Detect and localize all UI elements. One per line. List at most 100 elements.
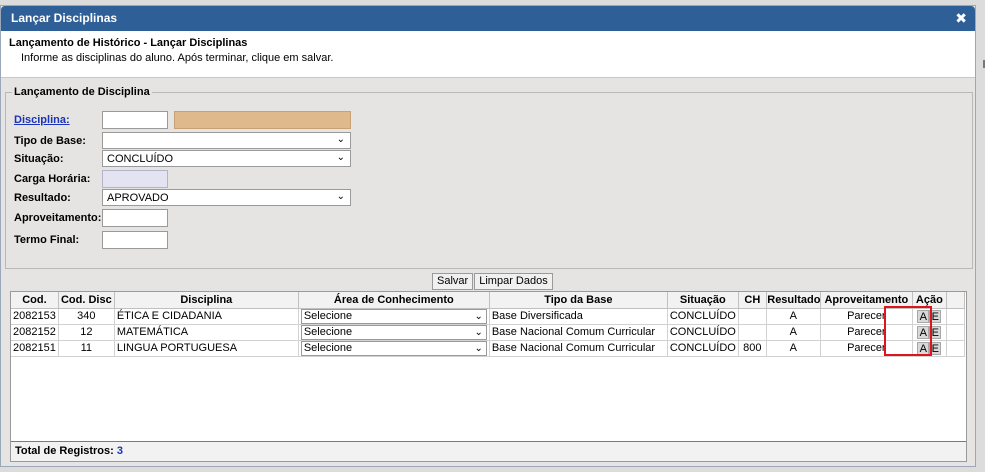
situacao-select[interactable]: CONCLUÍDO ⌄ bbox=[102, 150, 351, 167]
area-conhecimento-select[interactable]: Selecione ⌄ bbox=[300, 308, 487, 324]
table-header-row: Cod. Cod. Disc Disciplina Área de Conhec… bbox=[11, 292, 965, 309]
page-title: Lançamento de Histórico - Lançar Discipl… bbox=[9, 37, 248, 49]
resultado-value: APROVADO bbox=[107, 192, 169, 204]
disciplina-code-input[interactable] bbox=[102, 111, 168, 129]
page-header: Lançamento de Histórico - Lançar Discipl… bbox=[1, 31, 975, 78]
cell-cod-disc: 12 bbox=[58, 324, 115, 341]
grid-footer: Total de Registros: 3 bbox=[11, 441, 966, 461]
col-aproveitamento: Aproveitamento bbox=[820, 292, 913, 309]
area-conhecimento-select[interactable]: Selecione ⌄ bbox=[300, 324, 487, 340]
cell-cod-disc: 340 bbox=[58, 308, 115, 325]
cell-acao: AE bbox=[912, 308, 947, 325]
tipo-base-select[interactable]: ⌄ bbox=[102, 132, 351, 149]
cell-resultado: A bbox=[766, 324, 821, 341]
table-row[interactable]: 2082153 340 ÉTICA E CIDADANIA Selecione … bbox=[11, 308, 965, 325]
carga-horaria-label: Carga Horária: bbox=[14, 173, 91, 185]
col-resultado-text: Resultado bbox=[767, 293, 821, 306]
situacao-value: CONCLUÍDO bbox=[107, 153, 174, 165]
edit-button[interactable]: A bbox=[917, 309, 930, 323]
total-label: Total de Registros: bbox=[15, 445, 114, 457]
cell-spacer bbox=[946, 340, 965, 357]
table-row[interactable]: 2082152 12 MATEMÁTICA Selecione ⌄ Base N… bbox=[11, 324, 965, 341]
dialog-title: Lançar Disciplinas bbox=[11, 11, 118, 25]
cell-situacao: CONCLUÍDO bbox=[667, 308, 739, 325]
page-instruction: Informe as disciplinas do aluno. Após te… bbox=[21, 52, 334, 64]
chevron-down-icon: ⌄ bbox=[474, 326, 483, 338]
col-acao: Ação bbox=[912, 292, 947, 309]
close-icon[interactable]: ✖ bbox=[955, 6, 967, 31]
disciplines-grid: Cod. Cod. Disc Disciplina Área de Conhec… bbox=[10, 291, 967, 462]
cell-aproveitamento: Parecer bbox=[820, 340, 913, 357]
cell-ch: 800 bbox=[738, 340, 767, 357]
cell-area: Selecione ⌄ bbox=[298, 340, 490, 357]
area-conhecimento-select[interactable]: Selecione ⌄ bbox=[300, 340, 487, 356]
edit-button[interactable]: A bbox=[917, 341, 930, 355]
cell-tipo-base: Base Nacional Comum Curricular bbox=[489, 340, 668, 357]
cell-aproveitamento: Parecer bbox=[820, 308, 913, 325]
area-value: Selecione bbox=[303, 325, 353, 338]
col-cod-disc: Cod. Disc bbox=[58, 292, 115, 309]
termo-final-label: Termo Final: bbox=[14, 234, 80, 246]
col-tipo-base: Tipo da Base bbox=[489, 292, 668, 309]
aproveitamento-label: Aproveitamento: bbox=[14, 212, 102, 224]
cell-disciplina: MATEMÁTICA bbox=[114, 324, 299, 341]
area-value: Selecione bbox=[303, 341, 353, 354]
cell-ch bbox=[738, 324, 767, 341]
clear-button[interactable]: Limpar Dados bbox=[474, 273, 553, 290]
save-button[interactable]: Salvar bbox=[432, 273, 474, 290]
col-area-conhecimento: Área de Conhecimento bbox=[298, 292, 490, 309]
col-resultado: Resultado bbox=[766, 292, 821, 309]
delete-button[interactable]: E bbox=[929, 341, 942, 355]
cell-acao: AE bbox=[912, 340, 947, 357]
chevron-down-icon: ⌄ bbox=[336, 191, 345, 202]
cell-acao: AE bbox=[912, 324, 947, 341]
cell-disciplina: LINGUA PORTUGUESA bbox=[114, 340, 299, 357]
cell-resultado: A bbox=[766, 340, 821, 357]
cell-tipo-base: Base Nacional Comum Curricular bbox=[489, 324, 668, 341]
chevron-down-icon: ⌄ bbox=[336, 134, 345, 145]
cell-cod: 2082152 bbox=[11, 324, 59, 341]
cell-cod: 2082153 bbox=[11, 308, 59, 325]
cell-disciplina: ÉTICA E CIDADANIA bbox=[114, 308, 299, 325]
cell-situacao: CONCLUÍDO bbox=[667, 324, 739, 341]
cell-ch bbox=[738, 308, 767, 325]
form-legend: Lançamento de Disciplina bbox=[14, 86, 150, 98]
aproveitamento-input[interactable] bbox=[102, 209, 168, 227]
delete-button[interactable]: E bbox=[929, 309, 942, 323]
cell-tipo-base: Base Diversificada bbox=[489, 308, 668, 325]
edit-button[interactable]: A bbox=[917, 325, 930, 339]
cell-resultado: A bbox=[766, 308, 821, 325]
discipline-form: Lançamento de Disciplina Disciplina: Tip… bbox=[5, 86, 973, 269]
chevron-down-icon: ⌄ bbox=[474, 342, 483, 354]
total-count: 3 bbox=[116, 445, 123, 457]
disciplina-name-field bbox=[174, 111, 351, 129]
cell-area: Selecione ⌄ bbox=[298, 308, 490, 325]
disciplina-link[interactable]: Disciplina: bbox=[14, 114, 70, 126]
col-ch: CH bbox=[738, 292, 767, 309]
cell-aproveitamento: Parecer bbox=[820, 324, 913, 341]
cell-area: Selecione ⌄ bbox=[298, 324, 490, 341]
resultado-label: Resultado: bbox=[14, 192, 71, 204]
delete-button[interactable]: E bbox=[929, 325, 942, 339]
action-buttons: Salvar Limpar Dados bbox=[432, 273, 553, 290]
launch-disciplines-dialog: Lançar Disciplinas ✖ Lançamento de Histó… bbox=[0, 5, 976, 467]
col-scroll-spacer bbox=[946, 292, 965, 309]
chevron-down-icon: ⌄ bbox=[474, 310, 483, 322]
cell-cod: 2082151 bbox=[11, 340, 59, 357]
col-disciplina: Disciplina bbox=[114, 292, 299, 309]
col-situacao: Situação bbox=[667, 292, 739, 309]
resultado-select[interactable]: APROVADO ⌄ bbox=[102, 189, 351, 206]
col-cod: Cod. bbox=[11, 292, 59, 309]
chevron-down-icon: ⌄ bbox=[336, 152, 345, 163]
cell-spacer bbox=[946, 324, 965, 341]
cell-cod-disc: 11 bbox=[58, 340, 115, 357]
table-row[interactable]: 2082151 11 LINGUA PORTUGUESA Selecione ⌄… bbox=[11, 340, 965, 357]
cell-situacao: CONCLUÍDO bbox=[667, 340, 739, 357]
carga-horaria-field bbox=[102, 170, 168, 188]
cell-spacer bbox=[946, 308, 965, 325]
disciplines-table: Cod. Cod. Disc Disciplina Área de Conhec… bbox=[11, 292, 965, 357]
dialog-titlebar: Lançar Disciplinas ✖ bbox=[1, 6, 975, 31]
situacao-label: Situação: bbox=[14, 153, 64, 165]
termo-final-input[interactable] bbox=[102, 231, 168, 249]
tipo-base-label: Tipo de Base: bbox=[14, 135, 86, 147]
